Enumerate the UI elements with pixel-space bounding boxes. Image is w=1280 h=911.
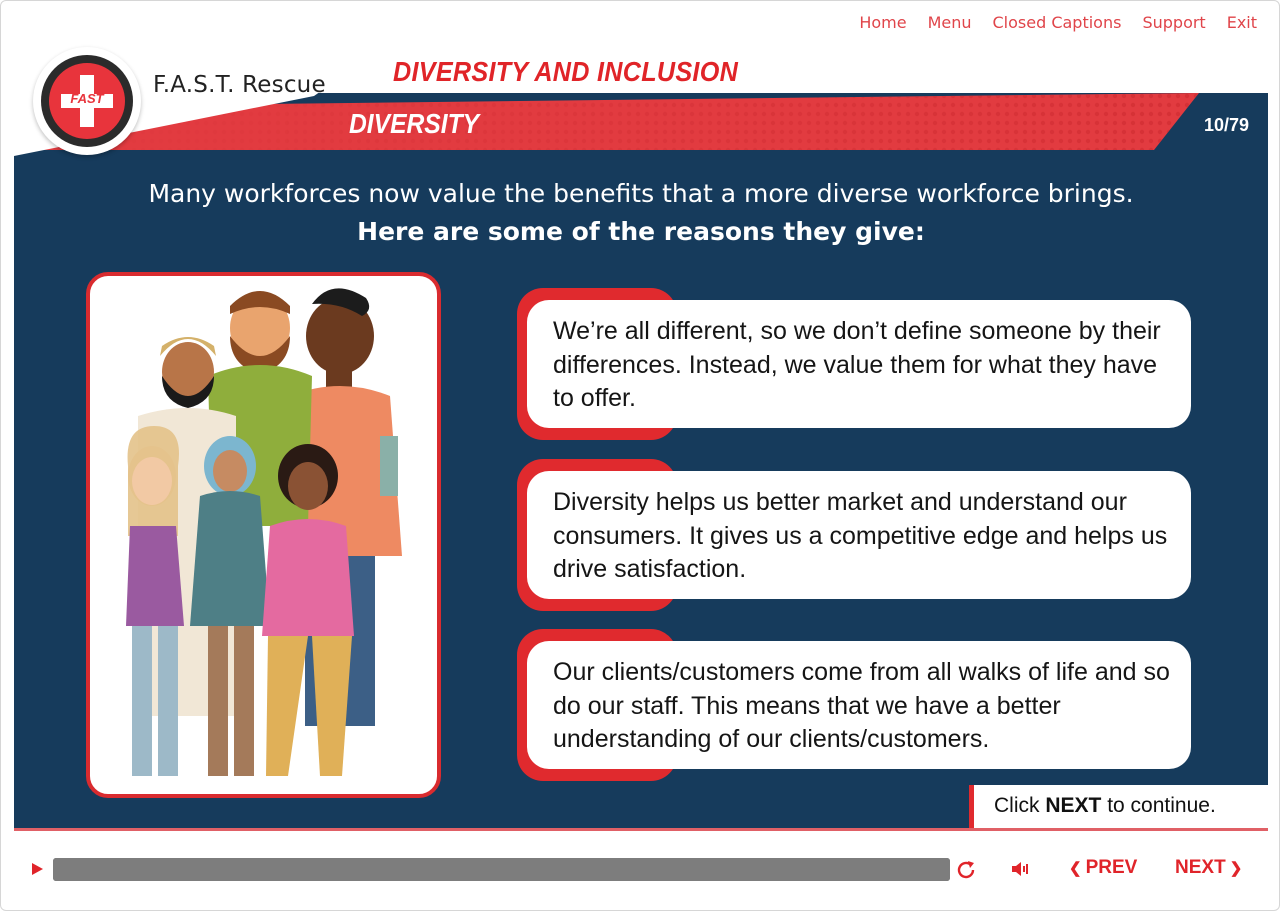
page-counter: 10/79 [1203,115,1249,135]
volume-button[interactable] [1009,857,1033,881]
section-title: DIVERSITY [349,108,480,139]
nav-exit-link[interactable]: Exit [1227,13,1257,32]
nav-menu-link[interactable]: Menu [928,13,972,32]
slide-intro: Many workforces now value the benefits t… [14,175,1268,251]
logo-wordmark: FAST [70,91,104,106]
continue-suffix: to continue. [1101,794,1216,817]
reason-card-2: Diversity helps us better market and und… [517,459,1191,611]
logo-ring: FAST [41,55,133,147]
next-label: NEXT [1175,857,1226,878]
play-icon [32,863,43,875]
prev-label: PREV [1085,857,1138,878]
chevron-right-icon: ❯ [1229,860,1243,877]
reason-text-1: We’re all different, so we don’t define … [527,300,1191,428]
continue-next-word: NEXT [1045,794,1102,817]
play-button[interactable] [29,859,45,879]
chevron-left-icon: ❮ [1069,860,1082,877]
content-bottom-border [14,828,1268,831]
intro-line-2: Here are some of the reasons they give: [357,217,925,246]
nav-home-link[interactable]: Home [859,13,906,32]
progress-fill [53,858,950,881]
volume-icon [1012,862,1028,876]
logo-center: FAST [49,63,125,139]
reason-card-1: We’re all different, so we don’t define … [517,288,1191,440]
nav-support-link[interactable]: Support [1142,13,1205,32]
course-player-window: Home Menu Closed Captions Support Exit F… [0,0,1280,911]
intro-line-1: Many workforces now value the benefits t… [148,179,1134,208]
replay-button[interactable] [954,858,978,882]
replay-icon [957,861,975,879]
reason-card-3: Our clients/customers come from all walk… [517,629,1191,781]
continue-prompt: Click NEXT to continue. [969,785,1268,829]
reason-text-3: Our clients/customers come from all walk… [527,641,1191,769]
fast-logo: FAST [33,47,141,155]
reason-text-2: Diversity helps us better market and und… [527,471,1191,599]
continue-prefix: Click [994,794,1046,817]
top-navigation: Home Menu Closed Captions Support Exit [859,13,1257,32]
progress-bar[interactable] [53,858,950,881]
brand-name: F.A.S.T. Rescue [153,72,326,98]
people-group-image [126,288,402,776]
diverse-people-illustration [86,272,441,798]
nav-closed-captions-link[interactable]: Closed Captions [993,13,1122,32]
prev-button[interactable]: ❮ PREV [1069,857,1137,879]
next-button[interactable]: NEXT ❯ [1175,857,1242,879]
course-title: DIVERSITY AND INCLUSION [393,56,739,87]
